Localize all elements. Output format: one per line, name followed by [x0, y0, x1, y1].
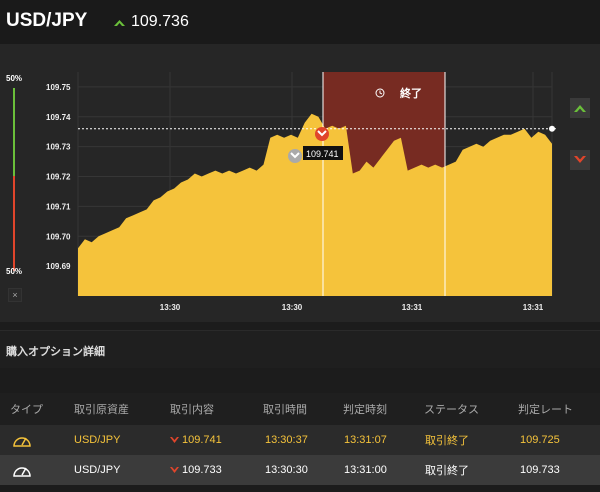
y-tick-label: 109.75	[46, 83, 71, 92]
gauge-up-bar	[13, 88, 15, 176]
details-title: 購入オプション詳細	[6, 346, 105, 358]
table-row[interactable]: USD/JPY 109.733 13:30:30 13:31:00 取引終了 1…	[0, 455, 600, 485]
gauge-icon	[13, 437, 31, 447]
up-arrow-icon	[574, 105, 586, 112]
row-judge-time: 13:31:00	[344, 464, 387, 476]
price-chart[interactable]: 109.75 109.74 109.73 109.72 109.71 109.70 109.…	[0, 44, 600, 322]
header-bar: USD/JPY 109.736	[0, 0, 600, 44]
table-header: タイプ 取引原資産 取引内容 取引時間 判定時刻 ステータス 判定レート	[0, 393, 600, 425]
y-axis: 109.75 109.74 109.73 109.72 109.71 109.70 109.…	[46, 83, 71, 271]
row-judge-time: 13:31:07	[344, 434, 387, 446]
gauge-up-label: 50%	[6, 74, 23, 83]
row-asset: USD/JPY	[74, 434, 121, 446]
current-rate-dot	[549, 125, 555, 132]
header-status: ステータス	[424, 404, 479, 416]
entry-marker-1	[288, 149, 302, 163]
header-content: 取引内容	[170, 404, 214, 416]
gauge-down-label: 50%	[6, 267, 23, 276]
row-asset: USD/JPY	[74, 464, 121, 476]
header-judge-rate: 判定レート	[518, 404, 573, 416]
row-content: 109.733	[170, 464, 222, 476]
row-trade-time: 13:30:30	[265, 464, 308, 476]
y-tick-label: 109.73	[46, 143, 71, 152]
down-arrow-icon	[170, 467, 179, 474]
row-content: 109.741	[170, 434, 222, 446]
current-rate-group: 109.736	[114, 13, 189, 31]
header-type: タイプ	[10, 404, 43, 416]
row-trade-time: 13:30:37	[265, 434, 308, 446]
y-tick-label: 109.71	[46, 202, 71, 211]
gauge-down-bar	[13, 176, 15, 271]
current-rate: 109.736	[131, 13, 189, 30]
x-tick-label: 13:30	[282, 303, 303, 312]
y-tick-label: 109.70	[46, 232, 71, 241]
price-area	[78, 113, 552, 296]
header-trade-time: 取引時間	[263, 404, 307, 416]
high-button[interactable]	[570, 98, 590, 118]
row-status: 取引終了	[425, 435, 469, 447]
x-tick-label: 13:30	[160, 303, 181, 312]
period-label: 終了	[400, 86, 422, 100]
row-judge-rate: 109.725	[520, 434, 560, 446]
gauge-icon	[13, 467, 31, 477]
low-button[interactable]	[570, 150, 590, 170]
x-axis: 13:30 13:30 13:31 13:31	[160, 303, 544, 312]
y-tick-label: 109.69	[46, 262, 71, 271]
x-tick-label: 13:31	[402, 303, 423, 312]
up-arrow-icon	[114, 20, 125, 26]
x-tick-label: 13:31	[523, 303, 544, 312]
details-table: タイプ 取引原資産 取引内容 取引時間 判定時刻 ステータス 判定レート USD…	[0, 393, 600, 485]
header-asset: 取引原資産	[74, 404, 129, 416]
y-tick-label: 109.74	[46, 113, 71, 122]
entry-marker-2	[315, 127, 329, 141]
currency-pair: USD/JPY	[6, 10, 88, 31]
chart-svg[interactable]: 109.75 109.74 109.73 109.72 109.71 109.70 109.…	[0, 44, 600, 322]
y-tick-label: 109.72	[46, 173, 71, 182]
header-judge-time: 判定時刻	[343, 404, 387, 416]
down-arrow-icon	[574, 156, 586, 163]
marker-label: 109.741	[306, 149, 339, 159]
down-arrow-icon	[170, 437, 179, 444]
row-judge-rate: 109.733	[520, 464, 560, 476]
table-row[interactable]: USD/JPY 109.741 13:30:37 13:31:07 取引終了 1…	[0, 425, 600, 455]
gauge-close-button[interactable]: ×	[8, 288, 22, 302]
row-status: 取引終了	[425, 465, 469, 477]
